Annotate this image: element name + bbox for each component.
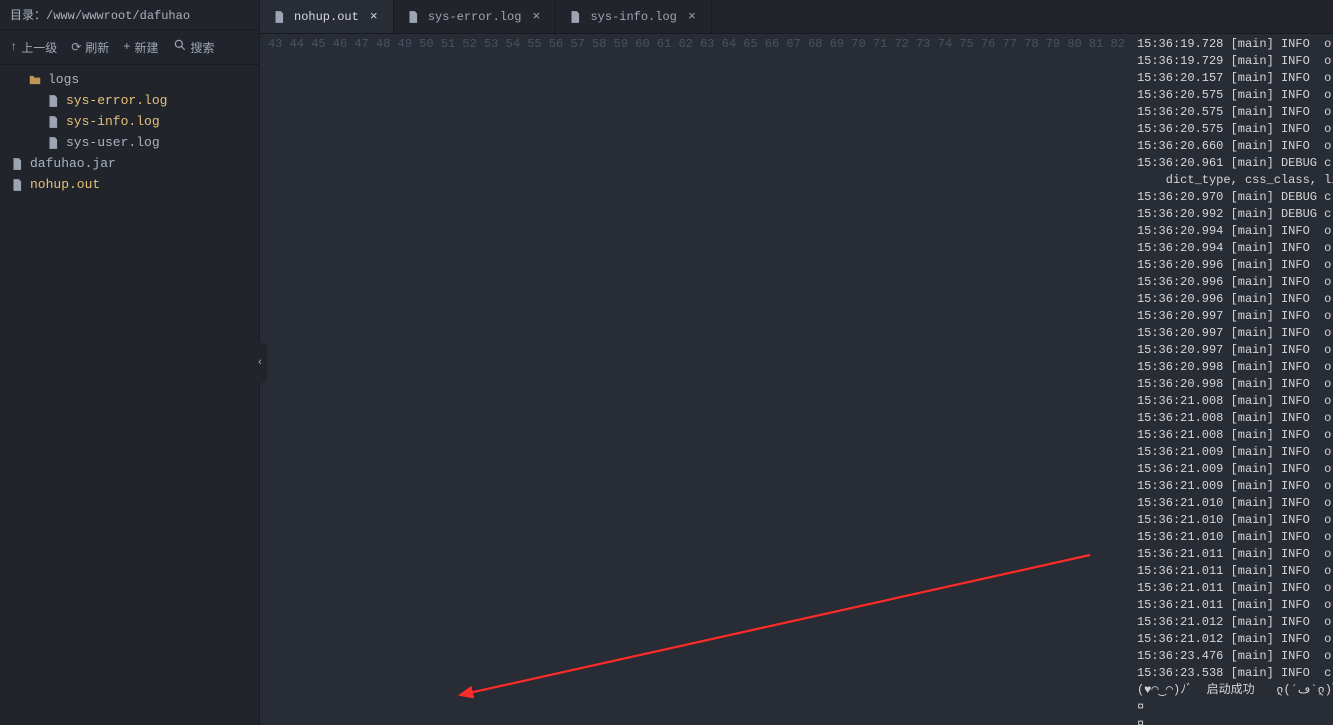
up-button[interactable]: ↑ 上一级 [10,38,57,56]
plus-icon: + [123,40,130,54]
new-label: 新建 [135,39,159,56]
file-icon [46,115,60,129]
tab-label: sys-error.log [428,10,522,24]
line-gutter: 43 44 45 46 47 48 49 50 51 52 53 54 55 5… [260,34,1137,725]
file-label: sys-info.log [66,114,160,129]
folder-label: logs [48,72,79,87]
sidebar: 目录：/www/wwwroot/dafuhao ↑ 上一级 ⟳ 刷新 + 新建 … [0,0,260,725]
file-tree: logs sys-error.log sys-info.log sys-user… [0,65,259,725]
file-label: sys-user.log [66,135,160,150]
file-icon [10,178,24,192]
file-nohup-out[interactable]: nohup.out [0,174,259,195]
file-dafuhao-jar[interactable]: dafuhao.jar [0,153,259,174]
path-bar: 目录：/www/wwwroot/dafuhao [0,0,259,30]
refresh-label: 刷新 [85,39,109,56]
path-value: /www/wwwroot/dafuhao [46,9,190,23]
refresh-button[interactable]: ⟳ 刷新 [71,38,109,56]
code-area[interactable]: 43 44 45 46 47 48 49 50 51 52 53 54 55 5… [260,34,1333,725]
up-icon: ↑ [10,40,17,54]
file-sys-error[interactable]: sys-error.log [0,90,259,111]
tab-sys-info[interactable]: sys-info.log × [556,0,711,33]
file-icon [406,10,420,24]
tab-bar: nohup.out × sys-error.log × sys-info.log… [260,0,1333,34]
close-icon[interactable]: × [685,10,699,24]
file-label: dafuhao.jar [30,156,116,171]
collapse-sidebar-handle[interactable]: ‹ [253,343,267,383]
close-icon[interactable]: × [529,10,543,24]
editor-area: ‹ nohup.out × sys-error.log × sys-info.l… [260,0,1333,725]
file-icon [46,94,60,108]
file-icon [10,157,24,171]
folder-icon [28,73,42,87]
tab-label: nohup.out [294,10,359,24]
up-label: 上一级 [21,39,57,56]
file-sys-info[interactable]: sys-info.log [0,111,259,132]
file-icon [272,10,286,24]
path-label: 目录： [10,9,46,23]
file-icon [46,136,60,150]
close-icon[interactable]: × [367,10,381,24]
tab-nohup-out[interactable]: nohup.out × [260,0,394,33]
file-sys-user[interactable]: sys-user.log [0,132,259,153]
toolbar: ↑ 上一级 ⟳ 刷新 + 新建 搜索 [0,30,259,65]
search-label: 搜索 [191,39,215,56]
search-icon [173,38,187,56]
file-label: sys-error.log [66,93,167,108]
refresh-icon: ⟳ [71,40,81,55]
tab-label: sys-info.log [590,10,676,24]
folder-logs[interactable]: logs [0,69,259,90]
new-button[interactable]: + 新建 [123,38,158,56]
search-button[interactable]: 搜索 [173,38,215,56]
file-label: nohup.out [30,177,100,192]
code-content[interactable]: 15:36:19.728 [main] INFO o.a.s.c.e.EhCac… [1137,34,1333,725]
tab-sys-error[interactable]: sys-error.log × [394,0,557,33]
file-icon [568,10,582,24]
